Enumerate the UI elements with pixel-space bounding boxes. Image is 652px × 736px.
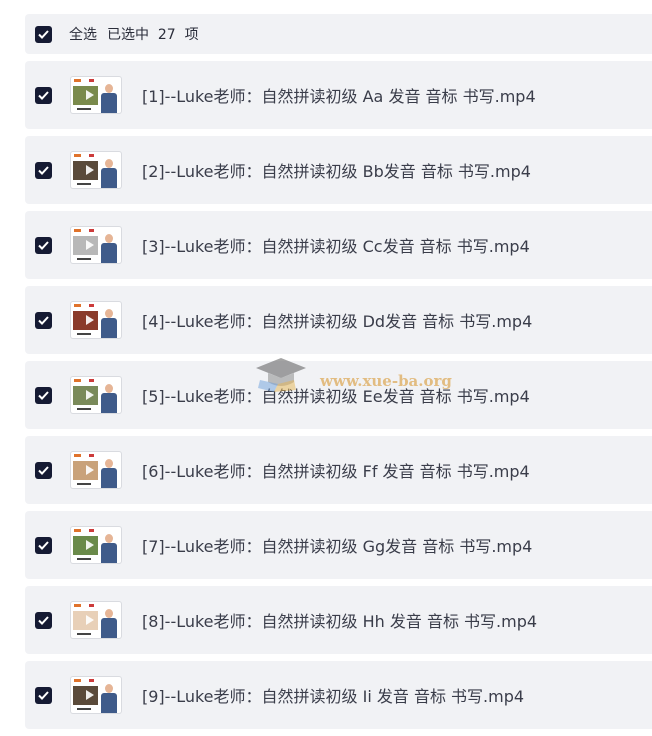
video-thumbnail[interactable] <box>71 77 121 113</box>
selected-count: 已选中 27 项 <box>107 27 199 43</box>
file-row[interactable]: [2]--Luke老师：自然拼读初级 Bb发音 音标 书写.mp4 <box>25 136 652 204</box>
play-icon <box>86 690 94 700</box>
check-icon <box>38 690 49 700</box>
file-checkbox[interactable] <box>35 311 52 329</box>
file-name[interactable]: [9]--Luke老师：自然拼读初级 Ii 发音 音标 书写.mp4 <box>142 683 524 707</box>
file-row[interactable]: [7]--Luke老师：自然拼读初级 Gg发音 音标 书写.mp4 <box>25 511 652 579</box>
thumbnail-caption <box>77 408 91 410</box>
file-checkbox[interactable] <box>35 161 52 179</box>
thumbnail-phonetic-label <box>89 154 94 157</box>
thumbnail-caption <box>77 558 91 560</box>
thumbnail-letter-label <box>74 604 81 607</box>
video-thumbnail[interactable] <box>71 152 121 188</box>
file-row[interactable]: [3]--Luke老师：自然拼读初级 Cc发音 音标 书写.mp4 <box>25 211 652 279</box>
thumbnail-phonetic-label <box>89 529 94 532</box>
thumbnail-letter-label <box>74 379 81 382</box>
video-thumbnail[interactable] <box>71 452 121 488</box>
play-icon <box>86 390 94 400</box>
teacher-figure <box>101 608 117 638</box>
file-row[interactable]: [4]--Luke老师：自然拼读初级 Dd发音 音标 书写.mp4 <box>25 286 652 354</box>
teacher-figure <box>101 308 117 338</box>
check-icon <box>38 90 49 100</box>
thumbnail-letter-label <box>74 454 81 457</box>
play-icon <box>86 315 94 325</box>
file-checkbox[interactable] <box>35 686 52 704</box>
file-name[interactable]: [2]--Luke老师：自然拼读初级 Bb发音 音标 书写.mp4 <box>142 158 531 182</box>
thumbnail-letter-label <box>74 304 81 307</box>
teacher-figure <box>101 683 117 713</box>
file-row[interactable]: [8]--Luke老师：自然拼读初级 Hh 发音 音标 书写.mp4 <box>25 586 652 654</box>
thumbnail-caption <box>77 258 91 260</box>
file-name[interactable]: [5]--Luke老师：自然拼读初级 Ee发音 音标 书写.mp4 <box>142 383 530 407</box>
file-checkbox[interactable] <box>35 461 52 479</box>
thumbnail-letter-label <box>74 229 81 232</box>
file-checkbox[interactable] <box>35 611 52 629</box>
file-row[interactable]: [6]--Luke老师：自然拼读初级 Ff 发音 音标 书写.mp4 <box>25 436 652 504</box>
play-icon <box>86 240 94 250</box>
play-icon <box>86 615 94 625</box>
select-all-bar: 全选 已选中 27 项 <box>25 14 652 54</box>
check-icon <box>38 540 49 550</box>
file-list: [1]--Luke老师：自然拼读初级 Aa 发音 音标 书写.mp4 [2]--L… <box>25 61 652 736</box>
thumbnail-caption <box>77 633 91 635</box>
thumbnail-caption <box>77 333 91 335</box>
file-name[interactable]: [6]--Luke老师：自然拼读初级 Ff 发音 音标 书写.mp4 <box>142 458 530 482</box>
thumbnail-phonetic-label <box>89 379 94 382</box>
video-thumbnail[interactable] <box>71 527 121 563</box>
file-checkbox[interactable] <box>35 236 52 254</box>
thumbnail-phonetic-label <box>89 229 94 232</box>
file-name[interactable]: [3]--Luke老师：自然拼读初级 Cc发音 音标 书写.mp4 <box>142 233 530 257</box>
file-row[interactable]: [1]--Luke老师：自然拼读初级 Aa 发音 音标 书写.mp4 <box>25 61 652 129</box>
file-row[interactable]: [9]--Luke老师：自然拼读初级 Ii 发音 音标 书写.mp4 <box>25 661 652 729</box>
thumbnail-phonetic-label <box>89 79 94 82</box>
thumbnail-phonetic-label <box>89 454 94 457</box>
thumbnail-phonetic-label <box>89 304 94 307</box>
teacher-figure <box>101 383 117 413</box>
thumbnail-letter-label <box>74 529 81 532</box>
video-thumbnail[interactable] <box>71 302 121 338</box>
teacher-figure <box>101 458 117 488</box>
thumbnail-caption <box>77 483 91 485</box>
file-checkbox[interactable] <box>35 86 52 104</box>
check-icon <box>38 615 49 625</box>
thumbnail-phonetic-label <box>89 679 94 682</box>
teacher-figure <box>101 158 117 188</box>
thumbnail-letter-label <box>74 79 81 82</box>
video-thumbnail[interactable] <box>71 677 121 713</box>
check-icon <box>38 240 49 250</box>
video-thumbnail[interactable] <box>71 227 121 263</box>
check-icon <box>38 165 49 175</box>
play-icon <box>86 90 94 100</box>
thumbnail-letter-label <box>74 154 81 157</box>
play-icon <box>86 465 94 475</box>
file-row[interactable]: [5]--Luke老师：自然拼读初级 Ee发音 音标 书写.mp4 <box>25 361 652 429</box>
check-icon <box>38 29 49 39</box>
file-name[interactable]: [7]--Luke老师：自然拼读初级 Gg发音 音标 书写.mp4 <box>142 533 532 557</box>
check-icon <box>38 315 49 325</box>
teacher-figure <box>101 533 117 563</box>
check-icon <box>38 390 49 400</box>
video-thumbnail[interactable] <box>71 602 121 638</box>
teacher-figure <box>101 83 117 113</box>
play-icon <box>86 165 94 175</box>
video-thumbnail[interactable] <box>71 377 121 413</box>
thumbnail-phonetic-label <box>89 604 94 607</box>
thumbnail-caption <box>77 183 91 185</box>
file-name[interactable]: [4]--Luke老师：自然拼读初级 Dd发音 音标 书写.mp4 <box>142 308 532 332</box>
file-checkbox[interactable] <box>35 386 52 404</box>
file-checkbox[interactable] <box>35 536 52 554</box>
play-icon <box>86 540 94 550</box>
check-icon <box>38 465 49 475</box>
teacher-figure <box>101 233 117 263</box>
thumbnail-letter-label <box>74 679 81 682</box>
thumbnail-caption <box>77 708 91 710</box>
thumbnail-caption <box>77 108 91 110</box>
file-name[interactable]: [1]--Luke老师：自然拼读初级 Aa 发音 音标 书写.mp4 <box>142 83 536 107</box>
select-all-label[interactable]: 全选 <box>69 24 97 44</box>
file-name[interactable]: [8]--Luke老师：自然拼读初级 Hh 发音 音标 书写.mp4 <box>142 608 537 632</box>
select-all-checkbox[interactable] <box>35 25 52 43</box>
